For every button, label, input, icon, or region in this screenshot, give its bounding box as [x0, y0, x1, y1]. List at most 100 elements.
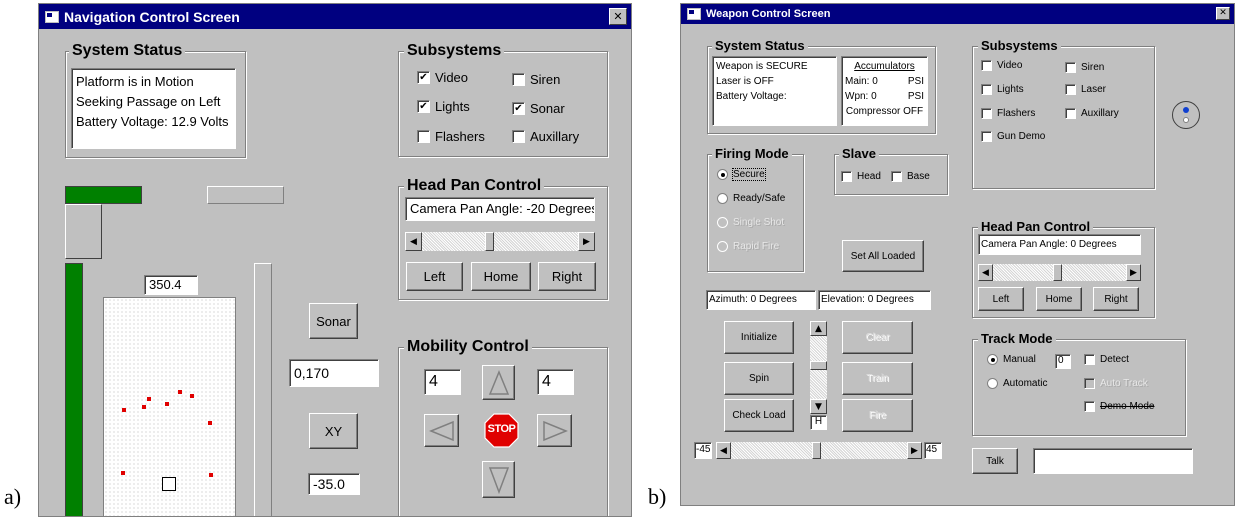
- move-back-button[interactable]: [482, 461, 515, 498]
- azimuth-scrollbar[interactable]: ◀ ▶: [716, 442, 922, 459]
- track-manual-radio[interactable]: Manual: [987, 354, 1036, 365]
- nav-top-gray-bar: [207, 186, 284, 204]
- sonar-button[interactable]: Sonar: [309, 303, 358, 339]
- scroll-right-arrow-icon[interactable]: ▶: [578, 232, 595, 251]
- nav-left-speed-field[interactable]: 4: [424, 369, 461, 395]
- weapon-status-line: Laser is OFF: [716, 76, 774, 87]
- sonar-point: [142, 405, 146, 409]
- xy-button[interactable]: XY: [309, 413, 358, 449]
- check-load-button[interactable]: Check Load: [724, 399, 794, 432]
- radio-circle: [987, 378, 998, 389]
- checkbox-box: [1065, 62, 1076, 73]
- weapon-system-status-label: System Status: [712, 38, 808, 53]
- weapon-siren-checkbox[interactable]: Siren: [1065, 62, 1104, 73]
- weapon-pan-left-button[interactable]: Left: [978, 287, 1024, 311]
- scroll-left-arrow-icon[interactable]: ◀: [978, 264, 993, 281]
- nav-lights-checkbox[interactable]: ✔ Lights: [417, 99, 470, 114]
- nav-pan-left-button[interactable]: Left: [406, 262, 463, 291]
- accumulator-wpn: Wpn: 0: [845, 91, 877, 102]
- nav-flashers-checkbox[interactable]: Flashers: [417, 129, 485, 144]
- nav-left-green-bar: [65, 263, 83, 516]
- talk-button[interactable]: Talk: [972, 448, 1018, 474]
- scroll-right-arrow-icon[interactable]: ▶: [1126, 264, 1141, 281]
- nav-pan-angle-field: Camera Pan Angle: -20 Degrees: [405, 197, 595, 221]
- firing-ready-safe-radio[interactable]: Ready/Safe: [717, 193, 785, 204]
- weapon-pan-home-button[interactable]: Home: [1036, 287, 1082, 311]
- nav-video-checkbox[interactable]: ✔ Video: [417, 70, 468, 85]
- radio-circle: [717, 241, 728, 252]
- set-all-loaded-button[interactable]: Set All Loaded: [842, 240, 924, 272]
- stop-button[interactable]: STOP: [484, 413, 519, 448]
- scroll-up-arrow-icon[interactable]: ▲: [810, 321, 827, 336]
- spin-button[interactable]: Spin: [724, 362, 794, 395]
- checkbox-box: ✔: [417, 100, 430, 113]
- nav-pan-scrollbar[interactable]: ◀ ▶: [405, 232, 595, 251]
- weapon-auxillary-checkbox[interactable]: Auxillary: [1065, 108, 1119, 119]
- nav-range-value: 350.4: [144, 275, 198, 295]
- weapon-lights-checkbox[interactable]: Lights: [981, 84, 1024, 95]
- weapon-laser-checkbox[interactable]: Laser: [1065, 84, 1106, 95]
- train-button: Train: [842, 362, 913, 395]
- indicator-blue-dot: [1183, 107, 1189, 113]
- turn-left-button[interactable]: [424, 414, 459, 447]
- radio-label: Rapid Fire: [733, 241, 780, 252]
- firing-secure-radio[interactable]: Secure: [717, 168, 766, 181]
- checkbox-label: Auto Track: [1100, 378, 1148, 389]
- radio-label: Single Shot: [733, 217, 785, 228]
- scroll-right-arrow-icon[interactable]: ▶: [907, 442, 922, 459]
- talk-input[interactable]: [1033, 448, 1193, 474]
- nav-right-speed-field[interactable]: 4: [537, 369, 574, 395]
- nav-corner-block: [65, 204, 102, 259]
- track-manual-value[interactable]: 0: [1055, 354, 1071, 369]
- scroll-left-arrow-icon[interactable]: ◀: [405, 232, 422, 251]
- azimuth-min-label: -45: [694, 442, 712, 459]
- checkbox-label: Video: [997, 60, 1023, 71]
- initialize-button[interactable]: Initialize: [724, 321, 794, 354]
- nav-siren-checkbox[interactable]: Siren: [512, 72, 560, 87]
- nav-pan-home-button[interactable]: Home: [471, 262, 531, 291]
- weapon-pan-right-button[interactable]: Right: [1093, 287, 1139, 311]
- accumulator-wpn-row: Wpn: 0 PSI: [845, 89, 924, 104]
- nav-sonar-checkbox[interactable]: ✔ Sonar: [512, 101, 565, 116]
- fire-button: Fire: [842, 399, 913, 432]
- arrow-right-icon: [542, 420, 568, 441]
- track-auto-track-checkbox: Auto Track: [1084, 378, 1148, 389]
- radio-label: Ready/Safe: [733, 193, 786, 204]
- weapon-pan-scroll-thumb[interactable]: [1053, 264, 1062, 281]
- weapon-pan-scrollbar[interactable]: ◀ ▶: [978, 264, 1141, 281]
- elevation-scroll-thumb[interactable]: [810, 361, 827, 370]
- nav-status-line: Battery Voltage: 12.9 Volts: [76, 114, 229, 129]
- azimuth-scroll-thumb[interactable]: [812, 442, 821, 459]
- weapon-close-button[interactable]: ✕: [1216, 7, 1230, 20]
- move-forward-button[interactable]: [482, 365, 515, 400]
- slave-head-checkbox[interactable]: Head: [841, 171, 881, 182]
- nav-pan-scroll-thumb[interactable]: [485, 232, 494, 251]
- weapon-window: Weapon Control Screen ✕ System Status We…: [680, 3, 1235, 506]
- track-demo-mode-checkbox[interactable]: Demo Mode: [1084, 401, 1154, 412]
- firing-rapid-fire-radio: Rapid Fire: [717, 241, 779, 252]
- nav-close-button[interactable]: ✕: [609, 8, 627, 25]
- track-detect-checkbox[interactable]: Detect: [1084, 354, 1129, 365]
- weapon-flashers-checkbox[interactable]: Flashers: [981, 108, 1035, 119]
- checkbox-box: [512, 130, 525, 143]
- checkbox-box: [1065, 84, 1076, 95]
- nav-title-bar: Navigation Control Screen ✕: [39, 4, 631, 29]
- nav-auxillary-checkbox[interactable]: Auxillary: [512, 129, 579, 144]
- elevation-scrollbar[interactable]: ▲ ▼: [810, 321, 827, 414]
- track-automatic-radio[interactable]: Automatic: [987, 378, 1047, 389]
- nav-pan-right-button[interactable]: Right: [538, 262, 596, 291]
- turn-right-button[interactable]: [537, 414, 572, 447]
- checkbox-label: Detect: [1100, 354, 1129, 365]
- nav-mobility-label: Mobility Control: [404, 338, 532, 356]
- weapon-gun-demo-checkbox[interactable]: Gun Demo: [981, 131, 1045, 142]
- slave-base-checkbox[interactable]: Base: [891, 171, 930, 182]
- nav-status-line: Seeking Passage on Left: [76, 94, 221, 109]
- weapon-status-line: Weapon is SECURE: [716, 61, 808, 72]
- scroll-down-arrow-icon[interactable]: ▼: [810, 399, 827, 414]
- checkbox-label: Siren: [530, 72, 561, 87]
- checkbox-label: Lights: [435, 99, 470, 114]
- radio-label: Automatic: [1003, 378, 1048, 389]
- sonar-point: [209, 473, 213, 477]
- scroll-left-arrow-icon[interactable]: ◀: [716, 442, 731, 459]
- weapon-video-checkbox[interactable]: Video: [981, 60, 1022, 71]
